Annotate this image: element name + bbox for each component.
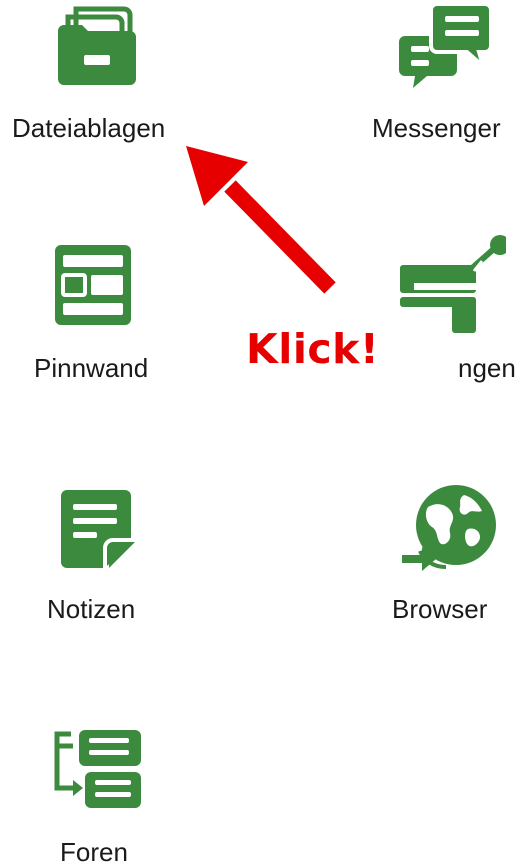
chat-bubbles-icon	[397, 2, 497, 92]
app-label: Notizen	[47, 594, 136, 624]
app-tile-umfragen[interactable]: ngen	[380, 230, 532, 390]
app-label: ngen	[458, 353, 516, 383]
app-label: Foren	[60, 837, 128, 867]
app-tile-pinnwand[interactable]: Pinnwand	[20, 235, 180, 395]
folder-icon	[54, 5, 140, 87]
globe-icon	[398, 485, 498, 575]
app-label: Browser	[392, 594, 488, 624]
app-tile-messenger[interactable]: Messenger	[360, 0, 532, 160]
app-tile-foren[interactable]: Foren	[30, 720, 170, 868]
app-tile-dateiablagen[interactable]: Dateiablagen	[0, 0, 200, 160]
note-icon	[57, 488, 137, 570]
app-tile-browser[interactable]: Browser	[380, 480, 520, 640]
app-label: Pinnwand	[34, 353, 149, 383]
click-callout-text: Klick!	[246, 325, 380, 373]
app-tile-notizen[interactable]: Notizen	[30, 480, 170, 640]
board-icon	[53, 243, 133, 327]
app-label: Dateiablagen	[12, 113, 166, 143]
forum-icon	[45, 726, 145, 816]
app-label: Messenger	[372, 113, 501, 143]
poll-icon	[396, 235, 506, 335]
